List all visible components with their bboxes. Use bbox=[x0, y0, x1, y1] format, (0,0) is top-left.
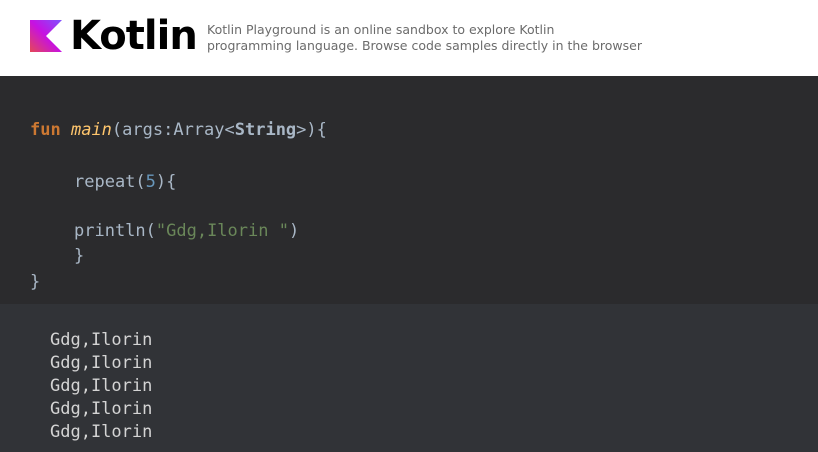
string-literal: "Gdg,Ilorin " bbox=[155, 221, 289, 241]
output-line: Gdg,Ilorin bbox=[50, 399, 153, 419]
output-panel: Gdg,Ilorin Gdg,Ilorin Gdg,Ilorin Gdg,Ilo… bbox=[0, 304, 818, 452]
keyword-fun: fun bbox=[30, 120, 61, 140]
args-open: (args:Array< bbox=[111, 120, 235, 140]
output-line: Gdg,Ilorin bbox=[50, 422, 153, 442]
repeat-close: ){ bbox=[155, 172, 177, 192]
code-line-3: println("Gdg,Ilorin ") bbox=[74, 220, 299, 242]
tagline: Kotlin Playground is an online sandbox t… bbox=[207, 22, 727, 54]
tagline-line-1: Kotlin Playground is an online sandbox t… bbox=[207, 22, 555, 37]
kotlin-playground-page: Kotlin Kotlin Playground is an online sa… bbox=[0, 0, 818, 452]
header: Kotlin Kotlin Playground is an online sa… bbox=[0, 0, 818, 76]
code-line-1: fun main(args:Array<String>){ bbox=[30, 119, 327, 141]
repeat-count: 5 bbox=[145, 172, 156, 192]
args-close: >){ bbox=[296, 120, 327, 140]
code-line-2: repeat(5){ bbox=[74, 171, 176, 193]
output-line: Gdg,Ilorin bbox=[50, 330, 153, 350]
function-name: main bbox=[70, 120, 112, 140]
code-editor[interactable]: fun main(args:Array<String>){ repeat(5){… bbox=[0, 76, 818, 304]
code-line-5: } bbox=[30, 272, 41, 292]
output-line: Gdg,Ilorin bbox=[50, 353, 153, 373]
code-line-4: } bbox=[74, 246, 85, 266]
type-string: String bbox=[234, 120, 297, 140]
brand-name[interactable]: Kotlin bbox=[70, 10, 198, 62]
kotlin-logo-icon[interactable] bbox=[30, 20, 62, 52]
repeat-call: repeat( bbox=[74, 172, 146, 192]
tagline-line-2: programming language. Browse code sample… bbox=[207, 38, 642, 53]
output-line: Gdg,Ilorin bbox=[50, 376, 153, 396]
println-close: ) bbox=[288, 221, 300, 241]
println-call: println( bbox=[74, 221, 156, 241]
